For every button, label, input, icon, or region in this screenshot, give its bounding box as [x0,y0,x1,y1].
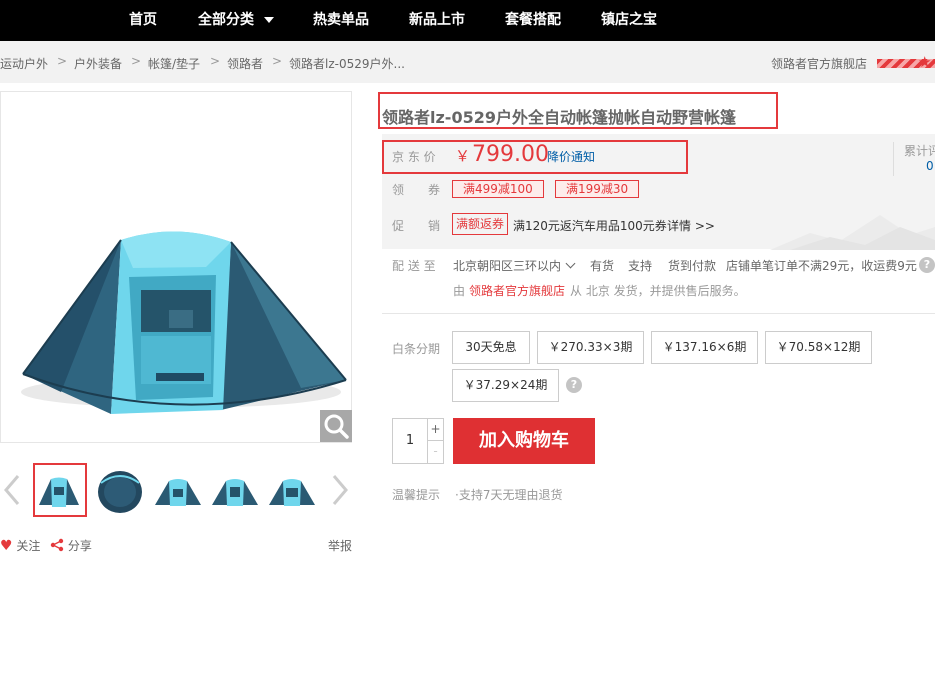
thumbnail[interactable] [93,463,147,517]
background-mountains-decoration [770,215,935,250]
delivery-area-text: 北京朝阳区三环以内 [453,259,562,273]
nav-store-treasures[interactable]: 镇店之宝 [601,0,657,41]
tent-thumbnail-image [39,477,79,507]
thumb-prev-button[interactable] [2,472,22,508]
promo-text: 满120元返汽车用品100元券 [513,219,667,233]
magnifier-icon [324,414,349,439]
tent-thumbnail-image [155,479,201,506]
breadcrumb-item[interactable]: 领路者 [227,55,263,72]
installment-option[interactable]: ￥37.29×24期 [452,369,559,402]
tips-text: ·支持7天无理由退货 [455,488,563,502]
breadcrumb-separator: > [272,54,283,68]
thumbnail[interactable] [151,463,205,517]
breadcrumb-item[interactable]: 户外装备 [74,55,122,72]
installment-label: 白条分期 [392,342,441,356]
chevron-left-icon [4,475,20,505]
top-nav-bar: 首页 全部分类 热卖单品 新品上市 套餐搭配 镇店之宝 [0,0,935,41]
section-divider [382,313,935,314]
breadcrumb-separator: > [210,54,221,68]
share-button[interactable]: 分享 [50,537,92,554]
shop-name-link[interactable]: 领路者官方旗舰店 [771,55,867,72]
nav-all-categories-label: 全部分类 [198,12,254,28]
reviews-label: 累计评 [904,144,935,158]
add-to-cart-button[interactable]: 加入购物车 [453,418,595,464]
zoom-button[interactable] [320,410,352,442]
chevron-right-icon [332,475,348,505]
share-icon [50,538,64,552]
quantity-stepper: 1 + - [392,418,444,464]
tips-label: 温馨提示 [392,488,441,502]
follow-label: 关注 [16,539,41,553]
fulfil-suffix: 从 北京 发货，并提供售后服务。 [570,284,746,298]
installment-option[interactable]: ￥270.33×3期 [537,331,644,364]
nav-new-arrivals[interactable]: 新品上市 [409,0,465,41]
tent-bag-thumbnail-image [98,471,142,513]
star-icon: ★ [918,53,932,71]
promo-detail-link[interactable]: 详情 >> [667,217,715,234]
report-link[interactable]: 举报 [328,537,352,554]
reviews-divider [893,142,894,176]
coupon-button[interactable]: 满499减100 [452,180,544,198]
share-label: 分享 [67,539,92,553]
quantity-increase-button[interactable]: + [427,419,443,441]
breadcrumb-item[interactable]: 运动户外 [0,55,48,72]
chevron-down-icon [565,258,576,269]
coupon-button[interactable]: 满199减30 [555,180,640,198]
reviews-count-link[interactable]: 0 [926,159,934,173]
tent-thumbnail-image [269,479,315,506]
support-text: 支持 [628,259,653,273]
breadcrumb-item-current[interactable]: 领路者lz-0529户外... [289,55,405,72]
help-icon[interactable]: ? [919,257,935,273]
price-highlight-box [382,140,688,174]
heart-icon: ♥ [0,538,13,554]
thumbnail[interactable] [33,463,87,517]
thumbnail[interactable] [265,463,319,517]
thumbnail[interactable] [208,463,262,517]
quantity-decrease-button[interactable]: - [427,441,443,463]
installment-help-icon[interactable]: ? [566,377,582,393]
main-product-image[interactable] [0,91,352,443]
nav-hot-items[interactable]: 热卖单品 [313,0,369,41]
title-highlight-box [378,92,778,129]
follow-button[interactable]: ♥ 关注 [0,537,40,554]
tent-image [21,231,347,414]
thumb-next-button[interactable] [330,472,350,508]
tent-thumbnail-image [212,479,258,506]
nav-home[interactable]: 首页 [129,0,157,41]
breadcrumb-separator: > [131,54,142,68]
promo-tag: 满额返券 [452,213,509,235]
installment-option[interactable]: ￥137.16×6期 [651,331,758,364]
breadcrumb-separator: > [57,54,68,68]
cod-text: 货到付款 [668,259,717,273]
promo-label: 促 销 [392,219,441,233]
fulfil-shop-link[interactable]: 领路者官方旗舰店 [469,282,565,299]
delivery-area-select[interactable]: 北京朝阳区三环以内 [453,257,576,274]
nav-all-categories[interactable]: 全部分类 [198,0,274,41]
delivery-label: 配 送 至 [392,259,436,273]
caret-down-icon [264,17,274,23]
shipping-note: 店铺单笔订单不满29元，收运费9元 [726,259,917,273]
quantity-input[interactable]: 1 [393,419,427,463]
installment-option[interactable]: 30天免息 [452,331,530,364]
installment-option[interactable]: ￥70.58×12期 [765,331,872,364]
breadcrumb-item[interactable]: 帐篷/垫子 [148,55,200,72]
stock-status: 有货 [590,259,615,273]
nav-bundles[interactable]: 套餐搭配 [505,0,561,41]
fulfil-prefix: 由 [453,284,466,298]
coupon-label: 领 券 [392,183,441,197]
